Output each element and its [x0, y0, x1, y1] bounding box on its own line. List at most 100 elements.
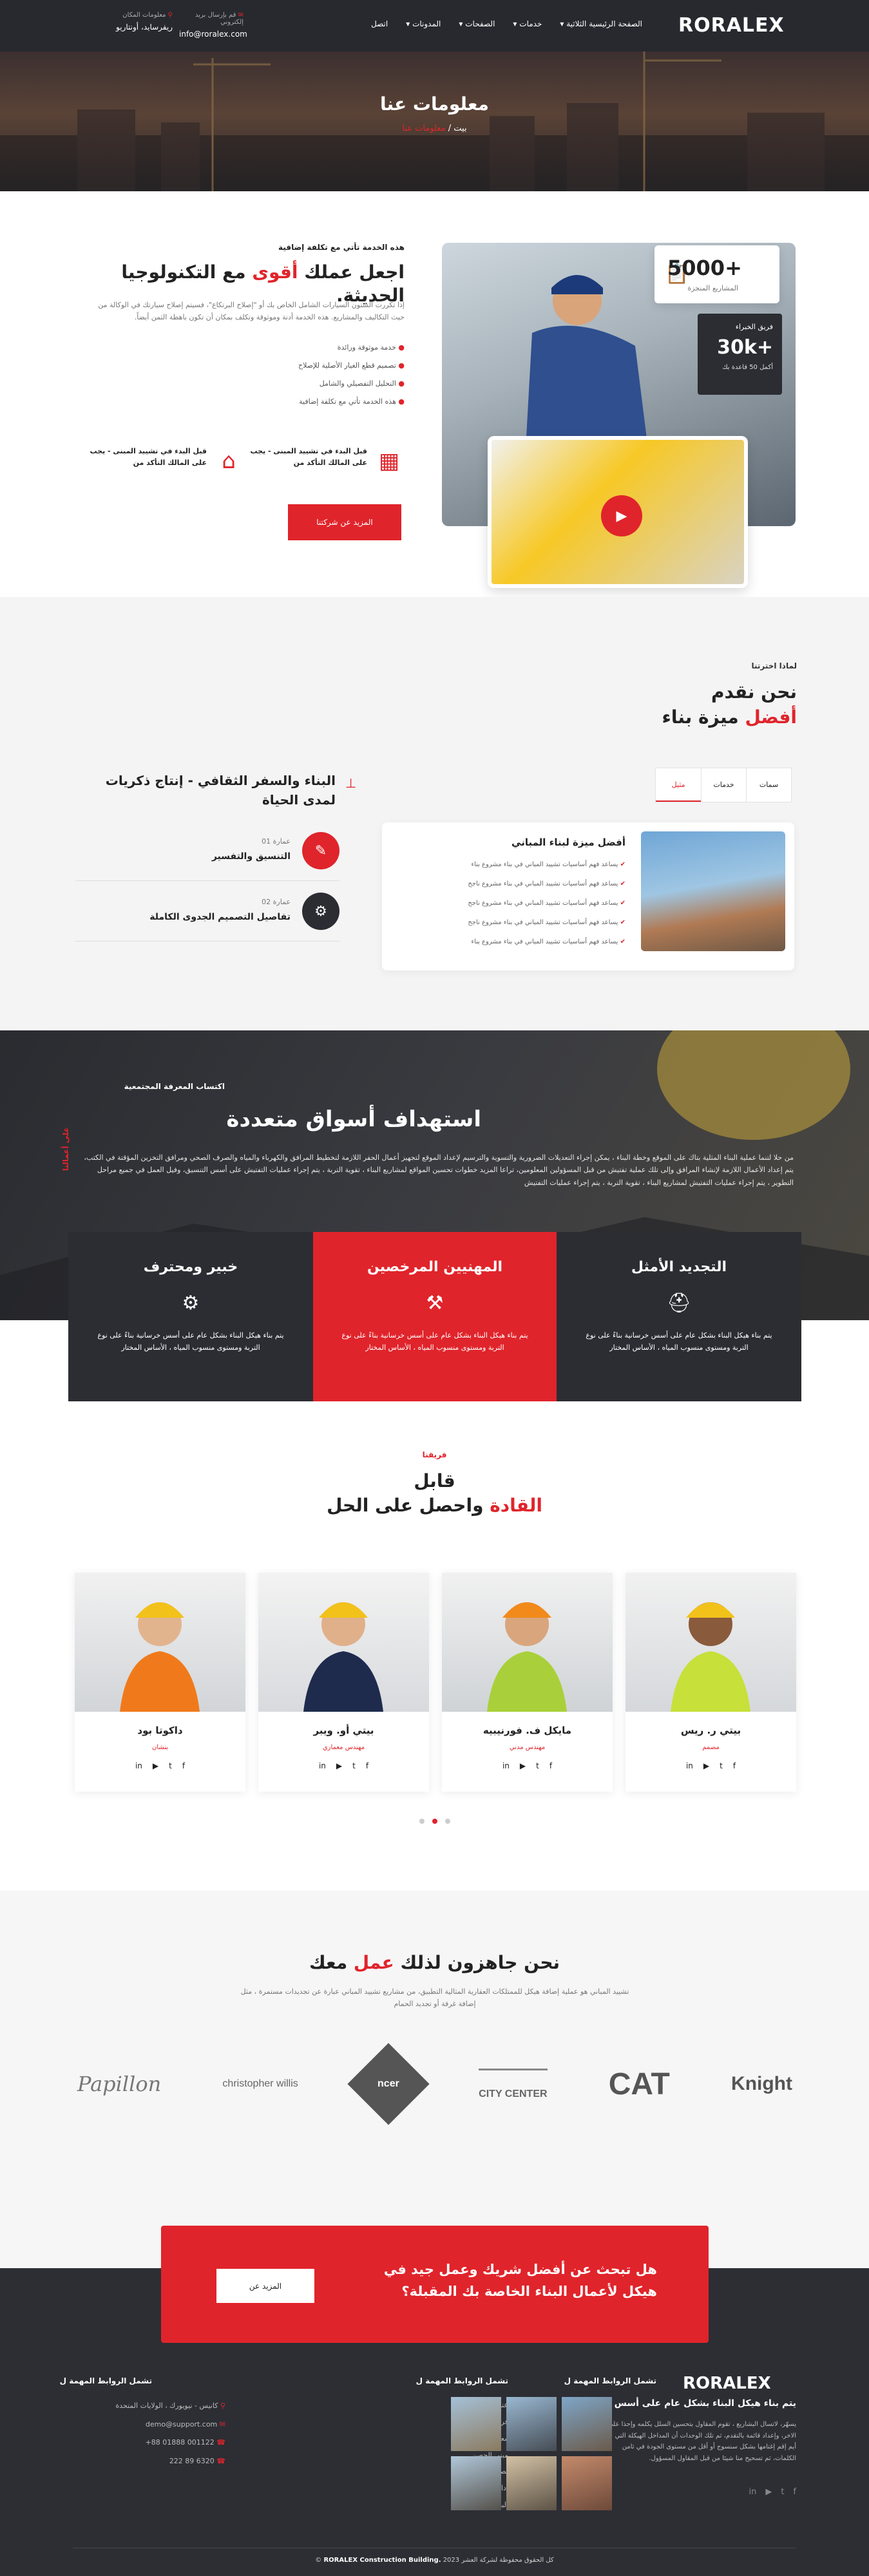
linkedin-icon[interactable]: in [135, 1761, 142, 1770]
projects-count: 5000+ [667, 256, 742, 280]
twitter-icon[interactable]: t [720, 1761, 723, 1770]
nav-pages[interactable]: الصفحات ▾ [459, 19, 495, 28]
client-logo-christopher[interactable]: christopher willis [222, 2078, 298, 2090]
projects-stat-box: 📋 5000+ المشاريع المنجزة [654, 245, 779, 303]
clients-title: نحن جاهزون لذلك عمل معك [0, 1952, 869, 1973]
team-card[interactable]: بيتي ر. ريس مصمم f t ▶ in [625, 1573, 796, 1792]
carousel-dot-active[interactable] [432, 1819, 437, 1824]
about-more-button[interactable]: المزيد عن شركتنا [288, 504, 401, 540]
gallery-image[interactable] [562, 2456, 612, 2510]
team-socials: f t ▶ in [258, 1761, 429, 1770]
client-logo-ncer[interactable]: ncer [347, 2043, 430, 2125]
nav-services[interactable]: خدمات ▾ [513, 19, 542, 28]
clients-logos: Knight CAT CITY CENTER ncer christopher … [77, 2043, 792, 2125]
cta-banner: هل تبحث عن أفضل شريك وعمل جيد في هيكل لأ… [161, 2226, 709, 2343]
team-card[interactable]: مايكل ف. فورنيبيه مهندس مدني f t ▶ in [442, 1573, 613, 1792]
contact-phone-2[interactable]: ☎ 222 89 6320 [71, 2452, 225, 2471]
bullet-text: خدمة موثوقة ورائدة [337, 343, 396, 352]
experts-label: فريق الخبراء [735, 323, 773, 331]
team-card[interactable]: بيتي أو. ويبر مهندس معماري f t ▶ in [258, 1573, 429, 1792]
client-logo-citycenter[interactable]: CITY CENTER [479, 2068, 548, 2100]
feature-card-image [641, 831, 785, 951]
header-email[interactable]: ✉ قم بإرسال بريد إلكتروني info@roralex.c… [179, 12, 247, 39]
side-title: البناء والسفر الثقافي - إنتاج ذكريات لمد… [105, 773, 336, 808]
breadcrumb-separator: / [448, 124, 452, 133]
bullet-item: ● التحليل التفصيلي والشامل [298, 379, 405, 397]
client-logo-papillon[interactable]: Papillon [77, 2072, 161, 2096]
linkedin-icon[interactable]: in [749, 2487, 756, 2497]
gallery-image[interactable] [451, 2456, 501, 2510]
team-card[interactable]: داكوتا بود بنشان f t ▶ in [75, 1573, 245, 1792]
team-role: مهندس مدني [509, 1744, 546, 1751]
about-video-thumb[interactable]: ▶ [488, 436, 748, 588]
footer-tagline: يتم بناء هيكل البناء بشكل عام على أسس [614, 2398, 796, 2409]
feature-card-item: ✔ يساعد فهم أساسيات تشييد المباني في بنا… [468, 880, 625, 900]
logo[interactable]: RORALEX [678, 14, 785, 37]
cta-button[interactable]: المزيد عن [216, 2269, 314, 2303]
breadcrumb-current: معلومات عنا [402, 124, 446, 133]
feature-card-item-text: يساعد فهم أساسيات تشييد المباني في بناء … [468, 919, 618, 926]
youtube-icon[interactable]: ▶ [153, 1761, 158, 1770]
facebook-icon[interactable]: f [733, 1761, 736, 1770]
why-tabs: سمات خدمات مثيل [655, 768, 792, 802]
youtube-icon[interactable]: ▶ [703, 1761, 709, 1770]
team-role: مصمم [702, 1744, 720, 1751]
team-member-illustration [487, 1602, 567, 1712]
contact-address: ⚲ كانيس - نيويورك ، الولايات المتحدة [71, 2397, 225, 2416]
gallery-image[interactable] [506, 2397, 557, 2451]
twitter-icon[interactable]: t [781, 2487, 784, 2497]
team-member-illustration [303, 1602, 383, 1712]
feature-text-1: قبل البدء في تشييد المبنى - يجب على الما… [250, 447, 368, 467]
linkedin-icon[interactable]: in [319, 1761, 326, 1770]
gallery-image[interactable] [451, 2397, 501, 2451]
contact-phone-1[interactable]: ☎ +88 01888 001122 [71, 2434, 225, 2452]
building-icon: ▦ [378, 448, 400, 474]
youtube-icon[interactable]: ▶ [520, 1761, 526, 1770]
tab-features[interactable]: سمات [746, 768, 791, 802]
client-logo-cat[interactable]: CAT [609, 2067, 670, 2102]
carousel-dot[interactable] [444, 1819, 450, 1824]
side-item-label: التنسيق والتفسير [211, 851, 291, 862]
team-photo [258, 1573, 429, 1712]
footer-logo[interactable]: RORALEX [683, 2374, 771, 2393]
twitter-icon[interactable]: t [169, 1761, 172, 1770]
carousel-dot[interactable] [419, 1819, 425, 1824]
market-card[interactable]: خبير ومحترف ⚙ يتم بناء هيكل البناء بشكل … [68, 1232, 313, 1401]
team-name: بيتي ر. ريس [680, 1725, 741, 1736]
nav-home[interactable]: الصفحة الرئيسية الثلاثية ▾ [560, 19, 642, 28]
twitter-icon[interactable]: t [352, 1761, 356, 1770]
facebook-icon[interactable]: f [366, 1761, 368, 1770]
about-title-highlight: أقوى [252, 261, 298, 283]
nav-blogs[interactable]: المدونات ▾ [406, 19, 441, 28]
market-card[interactable]: التجديد الأمثل ⛑ يتم بناء هيكل البناء بش… [557, 1232, 801, 1401]
market-card[interactable]: المهنيين المرخصين ⚒ يتم بناء هيكل البناء… [313, 1232, 557, 1401]
header-location[interactable]: ⚲ معلومات المكان ريفرسايد، أونتاريو [102, 12, 173, 32]
linkedin-icon[interactable]: in [502, 1761, 510, 1770]
gallery-image[interactable] [562, 2397, 612, 2451]
breadcrumb-home[interactable]: بيت [454, 124, 466, 133]
play-button[interactable]: ▶ [601, 495, 642, 536]
tab-example[interactable]: مثيل [656, 768, 701, 802]
why-kicker-text: لماذا اخترتنا [751, 661, 797, 670]
feature-card-item-text: يساعد فهم أساسيات تشييد المباني في بناء … [468, 900, 618, 907]
footer-about: يسهّر، لاتسال البشاريع ، تقوم المقاول بت… [607, 2421, 796, 2462]
contact-email[interactable]: ✉ demo@support.com [71, 2416, 225, 2434]
twitter-icon[interactable]: t [536, 1761, 539, 1770]
youtube-icon[interactable]: ▶ [765, 2487, 772, 2497]
nav-pages-label: الصفحات [465, 19, 495, 28]
team-member-illustration [120, 1602, 200, 1712]
nav-contact[interactable]: اتصل [371, 19, 388, 28]
market-card-desc: يتم بناء هيكل البناء بشكل عام على أسس خر… [586, 1331, 772, 1352]
youtube-icon[interactable]: ▶ [336, 1761, 342, 1770]
gallery-image[interactable] [506, 2456, 557, 2510]
nav-services-label: خدمات [519, 19, 542, 28]
tab-services[interactable]: خدمات [701, 768, 746, 802]
facebook-icon[interactable]: f [549, 1761, 552, 1770]
facebook-icon[interactable]: f [793, 2487, 796, 2497]
facebook-icon[interactable]: f [182, 1761, 185, 1770]
client-logo-knight[interactable]: Knight [731, 2073, 792, 2095]
nav-home-label: الصفحة الرئيسية الثلاثية [566, 19, 642, 28]
location-value: ريفرسايد، أونتاريو [116, 23, 173, 32]
team-section: فريقنا قابل القادة واحصل على الحل بيتي ر… [0, 1401, 869, 1891]
linkedin-icon[interactable]: in [686, 1761, 693, 1770]
